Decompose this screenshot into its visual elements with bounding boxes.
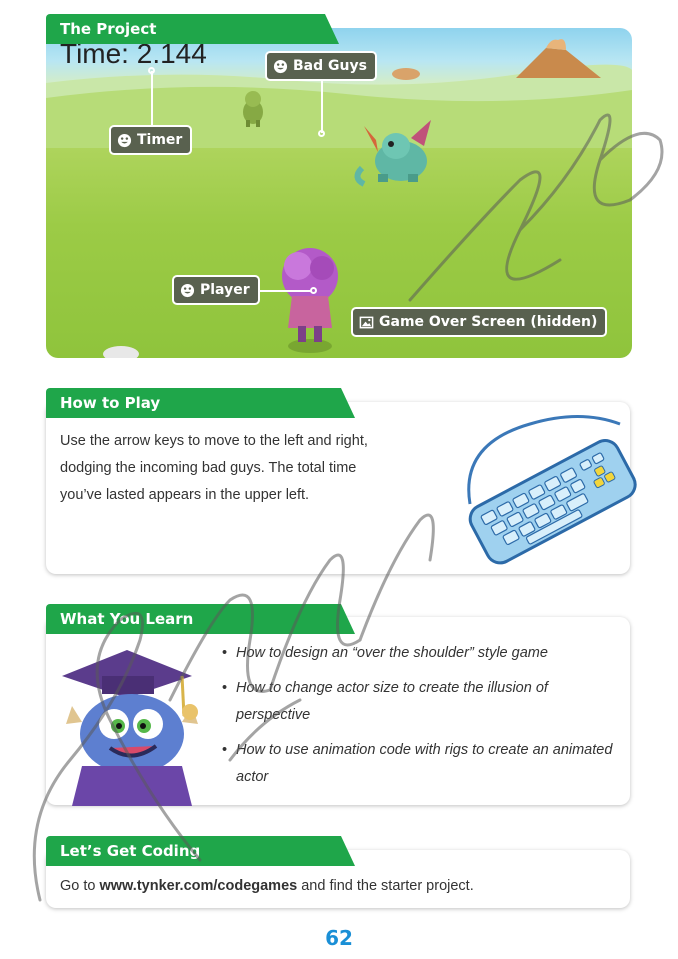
game-scene-illustration: Time: 2.144 Bad Guys Timer Player Game O…	[46, 28, 632, 358]
callout-game-over-screen: Game Over Screen (hidden)	[351, 307, 608, 337]
player-leader-dot	[310, 287, 317, 294]
page-number: 62	[325, 926, 353, 950]
callout-bad-guys-label: Bad Guys	[293, 58, 367, 74]
bad-guy-small-monster	[243, 91, 263, 127]
callout-timer-label: Timer	[137, 132, 183, 148]
callout-timer: Timer	[109, 125, 193, 155]
callout-player: Player	[172, 275, 260, 305]
lets-get-coding-text: Go to www.tynker.com/codegames and find …	[60, 873, 620, 900]
callout-player-label: Player	[200, 282, 250, 298]
bad-guys-leader-line	[321, 79, 323, 133]
player-leader-line	[260, 290, 312, 292]
callout-game-over-label: Game Over Screen (hidden)	[379, 314, 598, 330]
bad-guys-leader-dot	[318, 130, 325, 137]
section-tab-lets-get-coding: Let’s Get Coding	[46, 836, 355, 866]
section-tab-the-project: The Project	[46, 14, 339, 44]
image-icon	[359, 316, 374, 328]
list-item: How to change actor size to create the i…	[222, 675, 622, 729]
timer-leader-line	[151, 71, 153, 126]
list-item: How to use animation code with rigs to c…	[222, 737, 622, 791]
keyboard-illustration	[467, 415, 637, 565]
graduate-monster-illustration	[62, 650, 198, 806]
coding-text-prefix: Go to	[60, 878, 100, 894]
list-item: How to design an “over the shoulder” sty…	[222, 640, 622, 667]
how-to-play-line: dodging the incoming bad guys. The total…	[60, 460, 357, 476]
smiley-icon	[117, 133, 132, 147]
callout-bad-guys: Bad Guys	[265, 51, 377, 81]
coding-text-suffix: and find the starter project.	[297, 878, 474, 894]
how-to-play-text: Use the arrow keys to move to the left a…	[60, 428, 440, 509]
how-to-play-line: Use the arrow keys to move to the left a…	[60, 433, 368, 449]
codegames-link[interactable]: www.tynker.com/codegames	[100, 878, 298, 894]
timer-leader-dot	[148, 67, 155, 74]
section-tab-how-to-play: How to Play	[46, 388, 355, 418]
how-to-play-line: you’ve lasted appears in the upper left.	[60, 487, 310, 503]
learning-objectives-list: How to design an “over the shoulder” sty…	[222, 640, 622, 799]
section-tab-what-you-learn: What You Learn	[46, 604, 355, 634]
smiley-icon	[180, 283, 195, 297]
player-character	[282, 248, 338, 353]
smiley-icon	[273, 59, 288, 73]
